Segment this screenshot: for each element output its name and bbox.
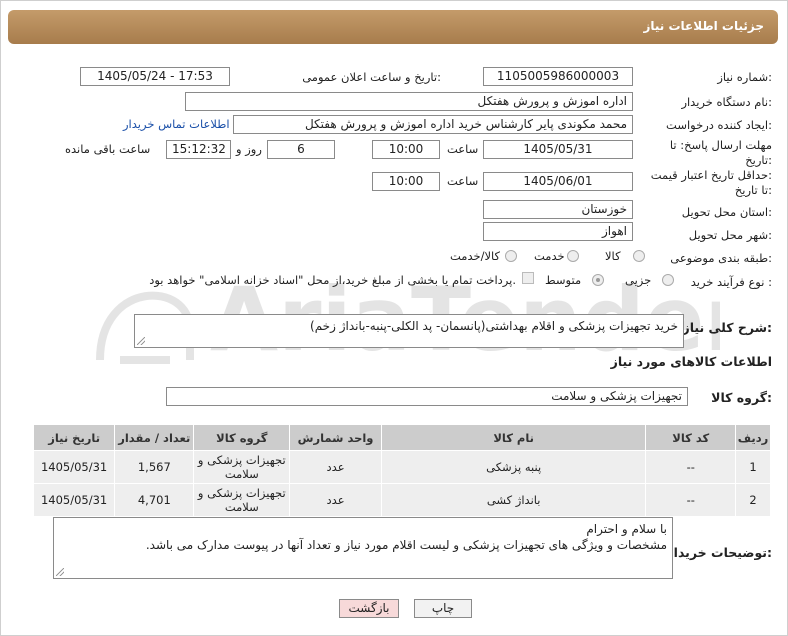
general-desc-text: خرید تجهیزات پزشکی و اقلام بهداشتی(پانسم…	[310, 319, 678, 333]
treasury-payment-note: پرداخت تمام یا بخشی از مبلغ خرید،از محل …	[149, 273, 516, 287]
goods-group-field[interactable]: تجهیزات پزشکی و سلامت	[166, 387, 688, 406]
validity-label: حداقل تاریخ اعتبار قیمت:	[650, 168, 772, 182]
cell-row-number: 1	[735, 450, 771, 484]
validity-time-label: ساعت	[447, 174, 479, 188]
cell-goods-group: تجهیزات پزشکی و سلامت	[193, 483, 291, 517]
goods-info-title: اطلاعات کالاهای مورد نیاز	[610, 354, 772, 369]
days-label: روز و	[236, 142, 262, 156]
category-radio-goods[interactable]	[633, 250, 645, 262]
validity-date-field[interactable]: 1405/06/01	[483, 172, 633, 191]
cell-goods-name: بانداژ کشی	[380, 483, 647, 517]
cell-need-date: 1405/05/31	[32, 483, 116, 517]
treasury-payment-checkbox[interactable]	[522, 272, 534, 284]
header-quantity: تعداد / مقدار	[114, 424, 195, 451]
announce-label: تاریخ و ساعت اعلان عمومی:	[302, 70, 441, 84]
process-option-medium: متوسط	[545, 273, 582, 287]
cell-quantity: 4,701	[114, 483, 195, 517]
print-button[interactable]: چاپ	[414, 599, 472, 618]
category-radio-goods-service[interactable]	[505, 250, 517, 262]
header-goods-group: گروه کالا	[193, 424, 291, 451]
reply-time-label: ساعت	[447, 142, 479, 156]
buyer-org-label: نام دستگاه خریدار:	[681, 95, 772, 109]
validity-time-field[interactable]: 10:00	[372, 172, 440, 191]
header-row-number: ردیف	[735, 424, 771, 451]
cell-unit: عدد	[289, 450, 382, 484]
process-radio-medium[interactable]	[592, 274, 604, 286]
header-bar: جزئیات اطلاعات نیاز	[8, 10, 778, 44]
need-number-label: شماره نیاز:	[717, 70, 772, 84]
back-button[interactable]: بازگشت	[339, 599, 399, 618]
cell-goods-group: تجهیزات پزشکی و سلامت	[193, 450, 291, 484]
category-option-goods: کالا	[605, 249, 621, 263]
goods-table: تاریخ نیاز تعداد / مقدار گروه کالا واحد …	[32, 424, 771, 517]
general-desc-label: شرح کلی نیاز:	[682, 320, 773, 335]
city-label: شهر محل تحویل:	[688, 228, 772, 242]
province-field[interactable]: خوزستان	[483, 200, 633, 219]
reply-deadline-label-2: تاریخ:	[745, 153, 772, 167]
category-option-goods-service: کالا/خدمت	[450, 249, 501, 263]
creator-label: ایجاد کننده درخواست:	[666, 118, 772, 132]
header-unit: واحد شمارش	[289, 424, 382, 451]
validity-label-2: تا تاریخ:	[734, 183, 772, 197]
cell-goods-code: --	[645, 483, 737, 517]
resize-grip-icon[interactable]	[56, 568, 64, 576]
category-option-service: خدمت	[534, 249, 565, 263]
province-label: استان محل تحویل:	[681, 205, 772, 219]
process-label: نوع فرآیند خرید :	[690, 275, 772, 289]
city-field[interactable]: اهواز	[483, 222, 633, 241]
buyer-notes-label: توضیحات خریدار:	[666, 545, 772, 560]
buyer-notes-line-1: با سلام و احترام	[586, 522, 667, 536]
announce-field[interactable]: 1405/05/24 - 17:53	[80, 67, 230, 86]
buyer-notes-line-2: مشخصات و ویژگی های تجهیزات پزشکی و لیست …	[145, 538, 667, 552]
cell-quantity: 1,567	[114, 450, 195, 484]
process-radio-minor[interactable]	[662, 274, 674, 286]
reply-date-field[interactable]: 1405/05/31	[483, 140, 633, 159]
resize-grip-icon[interactable]	[137, 337, 145, 345]
header-goods-name: نام کالا	[380, 424, 647, 451]
table-header-row: تاریخ نیاز تعداد / مقدار گروه کالا واحد …	[32, 424, 771, 451]
category-radio-service[interactable]	[567, 250, 579, 262]
page-title: جزئیات اطلاعات نیاز	[643, 19, 764, 33]
buyer-notes-field[interactable]: با سلام و احترام مشخصات و ویژگی های تجهی…	[53, 517, 673, 579]
remaining-time-field[interactable]: 15:12:32	[166, 140, 231, 159]
process-option-minor: جزیی	[625, 273, 652, 287]
creator-field[interactable]: محمد مکوندی پایر کارشناس خرید اداره اموز…	[233, 115, 633, 134]
cell-row-number: 2	[735, 483, 771, 517]
table-row[interactable]: 1405/05/31 4,701 تجهیزات پزشکی و سلامت ع…	[32, 483, 771, 517]
buyer-contact-link[interactable]: اطلاعات تماس خریدار	[123, 117, 230, 131]
general-desc-field[interactable]: خرید تجهیزات پزشکی و اقلام بهداشتی(پانسم…	[134, 314, 684, 348]
cell-goods-code: --	[645, 450, 737, 484]
cell-goods-name: پنبه پزشکی	[380, 450, 647, 484]
header-need-date: تاریخ نیاز	[32, 424, 116, 451]
category-label: طبقه بندی موضوعی:	[670, 251, 772, 265]
days-count-field[interactable]: 6	[267, 140, 335, 159]
reply-time-field[interactable]: 10:00	[372, 140, 440, 159]
table-row[interactable]: 1405/05/31 1,567 تجهیزات پزشکی و سلامت ع…	[32, 450, 771, 484]
cell-unit: عدد	[289, 483, 382, 517]
need-number-field[interactable]: 1105005986000003	[483, 67, 633, 86]
buyer-org-field[interactable]: اداره اموزش و پرورش هفتکل	[185, 92, 633, 111]
remaining-label: ساعت باقی مانده	[65, 142, 151, 156]
goods-group-label: گروه کالا:	[711, 390, 772, 405]
reply-deadline-label: مهلت ارسال پاسخ: تا	[669, 138, 772, 152]
cell-need-date: 1405/05/31	[32, 450, 116, 484]
header-goods-code: کد کالا	[645, 424, 737, 451]
